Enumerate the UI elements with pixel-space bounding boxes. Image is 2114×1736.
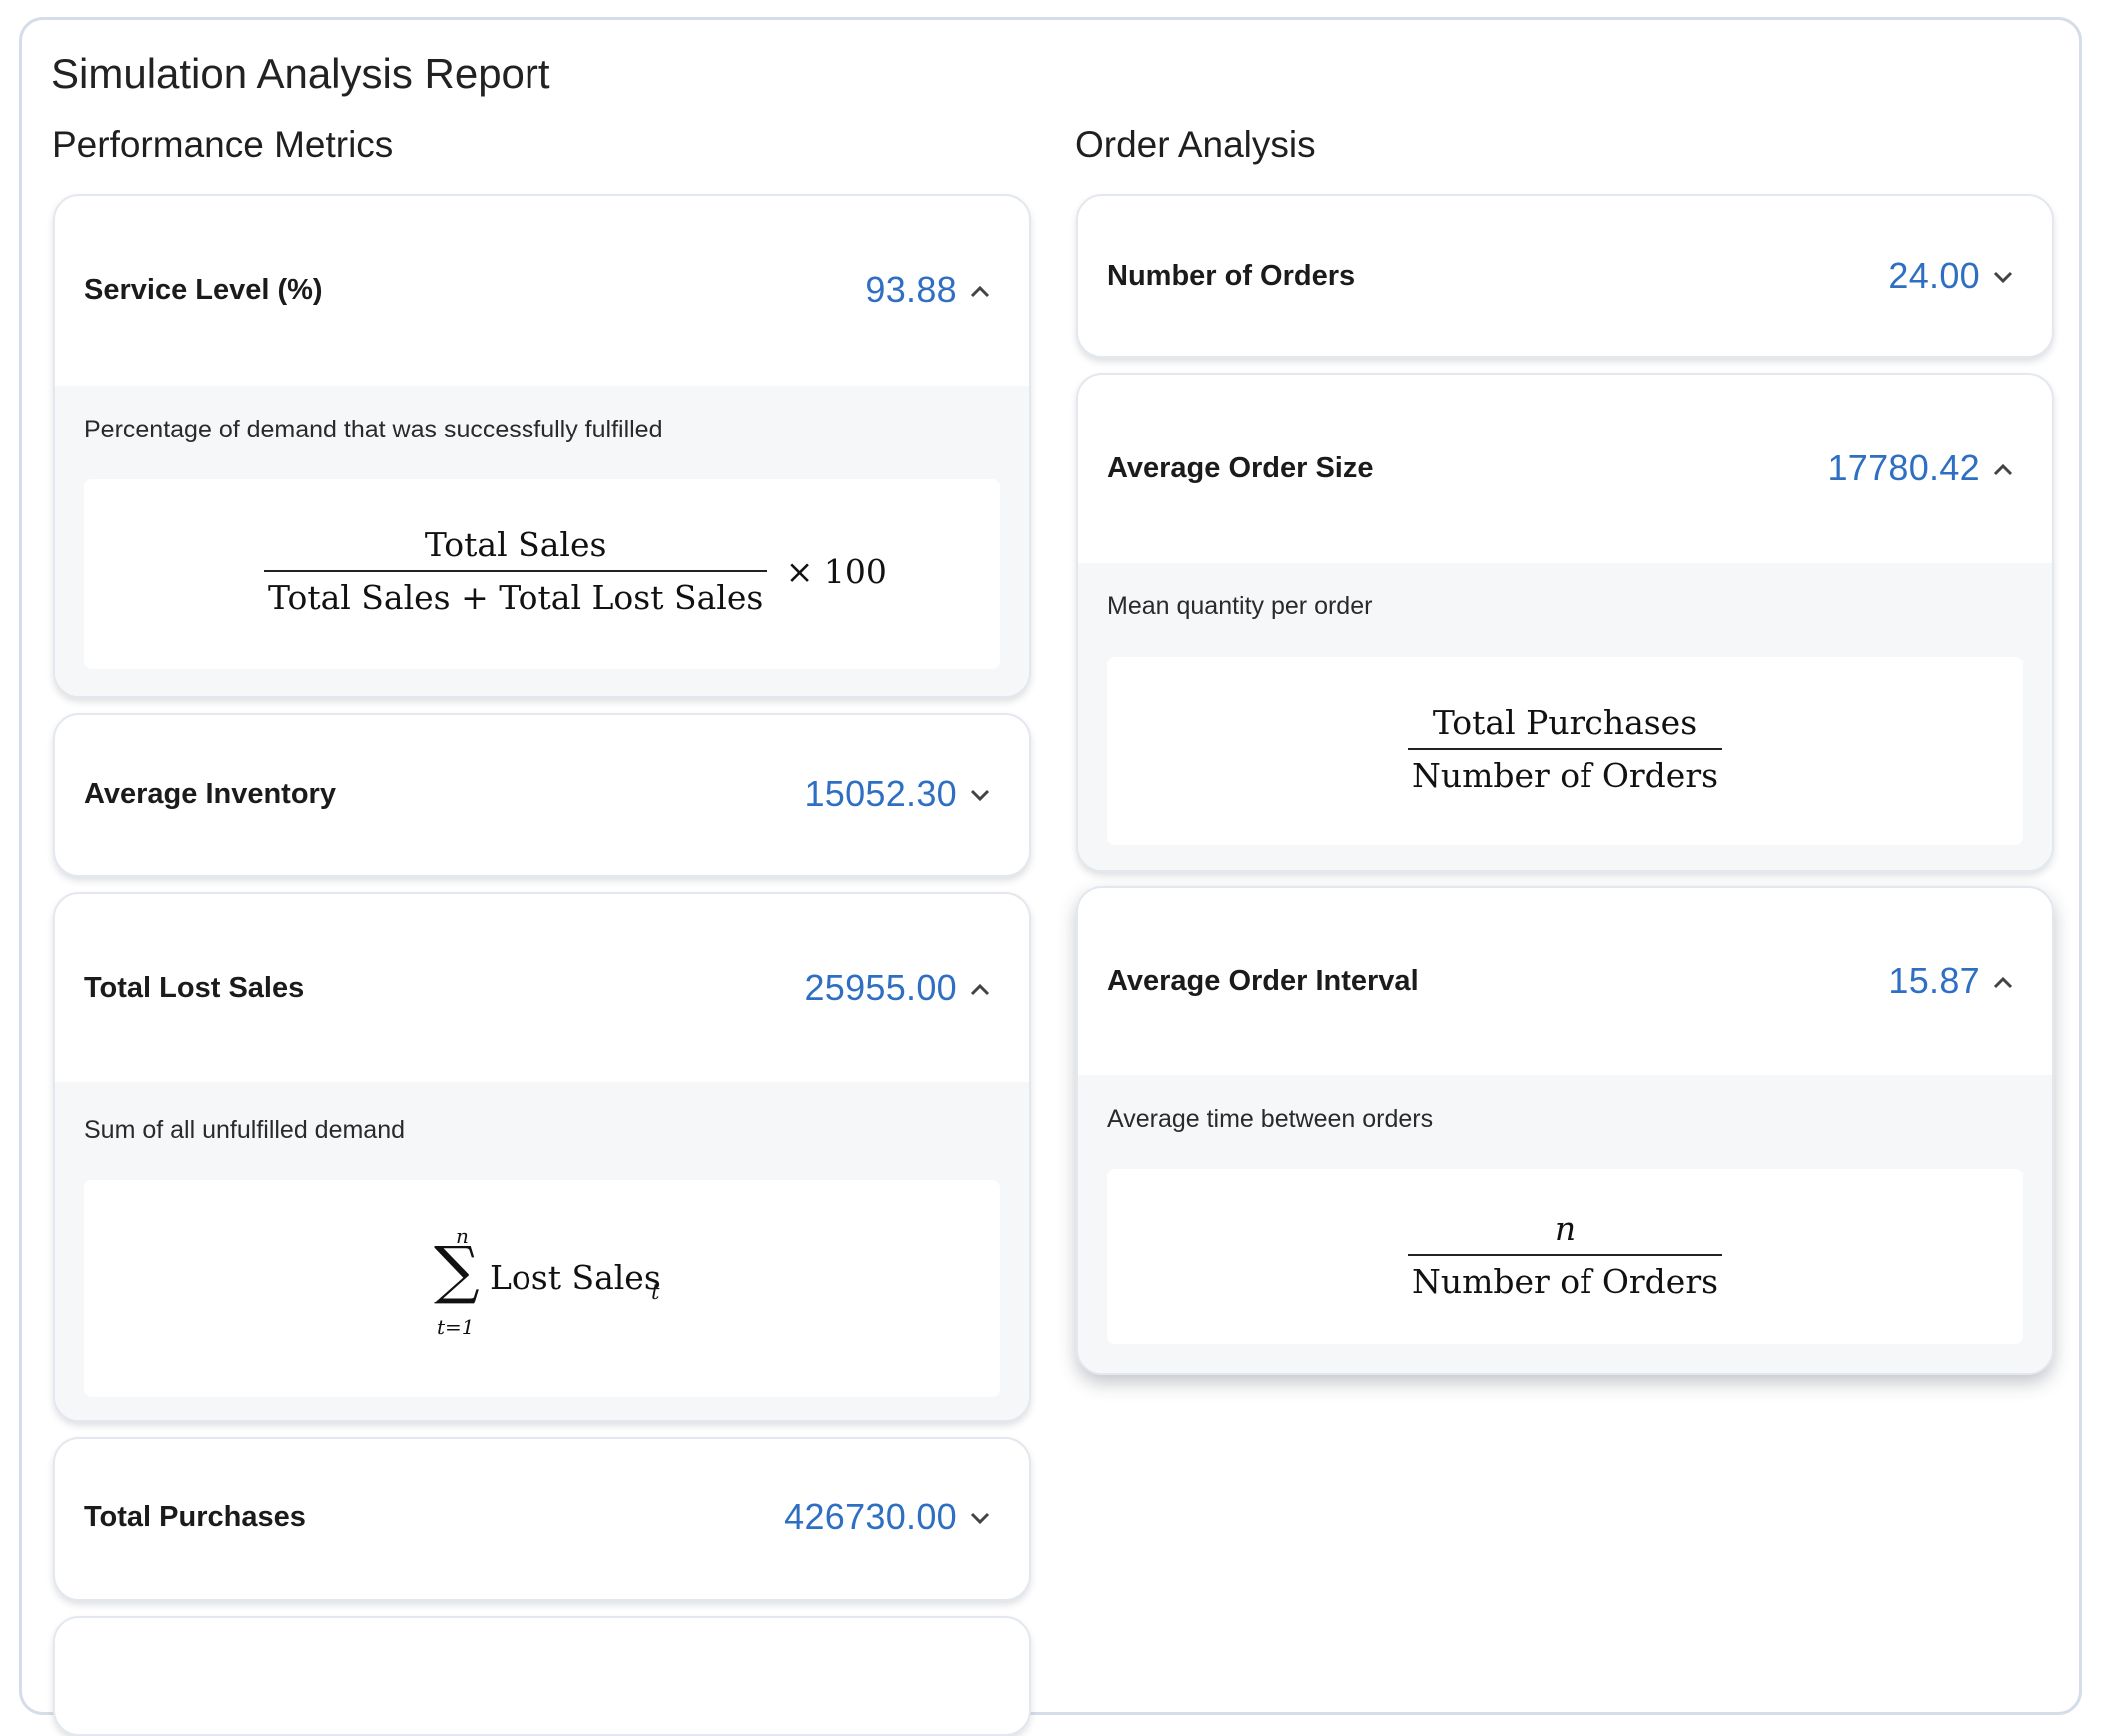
chevron-up-icon[interactable] <box>1991 458 2015 482</box>
metric-card-average-order-size: Average Order Size 17780.42 Mean quantit… <box>1076 373 2054 872</box>
metric-header-average-inventory[interactable]: Average Inventory 15052.30 <box>55 715 1029 875</box>
metric-card-average-inventory: Average Inventory 15052.30 <box>53 713 1031 877</box>
formula-numerator: Total Purchases <box>1432 703 1698 742</box>
average-order-size-formula: Total Purchases Number of Orders <box>1107 703 2023 795</box>
metric-details: Mean quantity per order Total Purchases … <box>1078 563 2052 870</box>
metric-card-number-of-orders: Number of Orders 24.00 <box>1076 194 2054 358</box>
metric-details: Percentage of demand that was successful… <box>55 386 1029 696</box>
metric-card-partial[interactable] <box>53 1616 1031 1736</box>
performance-metrics-heading: Performance Metrics <box>52 124 394 165</box>
metric-header-total-purchases[interactable]: Total Purchases 426730.00 <box>55 1439 1029 1599</box>
formula-denominator: Number of Orders <box>1407 1254 1723 1301</box>
chevron-down-icon[interactable] <box>1991 265 2015 289</box>
formula-box: n Number of Orders <box>1107 1169 2023 1344</box>
metric-card-service-level: Service Level (%) 93.88 Percentage of de… <box>53 194 1031 698</box>
lost-sales-summation-formula: n ∑ t=1 Lost Sales t <box>434 1224 673 1339</box>
metric-value: 17780.42 <box>1827 447 1980 488</box>
metric-header-service-level[interactable]: Service Level (%) 93.88 <box>55 196 1029 386</box>
metric-header-average-order-size[interactable]: Average Order Size 17780.42 <box>1078 375 2052 563</box>
formula-denominator: Number of Orders <box>1407 748 1723 795</box>
metric-description: Average time between orders <box>1107 1105 1434 1133</box>
sum-term: Lost Sales <box>490 1258 661 1297</box>
formula-denominator: Total Sales + Total Lost Sales <box>264 570 768 617</box>
order-analysis-heading: Order Analysis <box>1075 124 1316 165</box>
chevron-up-icon[interactable] <box>1991 971 2015 995</box>
metric-header-total-lost-sales[interactable]: Total Lost Sales 25955.00 <box>55 894 1029 1082</box>
metric-label: Average Order Size <box>1107 452 1374 484</box>
sum-term-subscript: t <box>651 1280 660 1303</box>
metric-description: Percentage of demand that was successful… <box>84 416 663 443</box>
metric-label: Average Inventory <box>84 778 336 810</box>
metric-label: Total Purchases <box>84 1501 306 1533</box>
metric-label: Average Order Interval <box>1107 965 1419 997</box>
metric-value: 25955.00 <box>804 967 957 1008</box>
chevron-down-icon[interactable] <box>968 1506 992 1530</box>
metric-header-average-order-interval[interactable]: Average Order Interval 15.87 <box>1078 888 2052 1075</box>
service-level-formula: Total Sales Total Sales + Total Lost Sal… <box>264 525 887 617</box>
formula-multiplier: × 100 <box>785 551 887 591</box>
metric-label: Total Lost Sales <box>84 972 305 1004</box>
metric-description: Sum of all unfulfilled demand <box>84 1116 406 1144</box>
formula-box: Total Purchases Number of Orders <box>1107 657 2023 845</box>
chevron-down-icon[interactable] <box>968 783 992 807</box>
metric-details: Sum of all unfulfilled demand n ∑ t=1 Lo… <box>55 1082 1029 1420</box>
metric-value: 15052.30 <box>804 773 957 814</box>
formula-box: Total Sales Total Sales + Total Lost Sal… <box>84 479 1000 669</box>
page-title: Simulation Analysis Report <box>51 50 550 97</box>
metric-details: Average time between orders n Number of … <box>1078 1075 2052 1373</box>
sigma-icon: ∑ <box>434 1234 480 1307</box>
metric-header-number-of-orders[interactable]: Number of Orders 24.00 <box>1078 196 2052 356</box>
sum-lower-limit: t=1 <box>437 1315 475 1339</box>
formula-box: n ∑ t=1 Lost Sales t <box>84 1180 1000 1397</box>
metric-card-total-lost-sales: Total Lost Sales 25955.00 Sum of all unf… <box>53 892 1031 1422</box>
average-order-interval-formula: n Number of Orders <box>1107 1209 2023 1301</box>
metric-label: Number of Orders <box>1107 260 1356 292</box>
metric-label: Service Level (%) <box>84 274 323 306</box>
metric-card-total-purchases: Total Purchases 426730.00 <box>53 1437 1031 1601</box>
chevron-up-icon[interactable] <box>968 280 992 304</box>
chevron-up-icon[interactable] <box>968 978 992 1002</box>
metric-value: 426730.00 <box>784 1496 957 1537</box>
formula-numerator: n <box>1554 1209 1577 1248</box>
metric-value: 15.87 <box>1888 960 1980 1001</box>
metric-description: Mean quantity per order <box>1107 592 1373 620</box>
metric-value: 93.88 <box>865 269 957 310</box>
metric-value: 24.00 <box>1888 255 1980 296</box>
metric-card-average-order-interval: Average Order Interval 15.87 Average tim… <box>1076 886 2054 1375</box>
formula-numerator: Total Sales <box>424 525 607 564</box>
